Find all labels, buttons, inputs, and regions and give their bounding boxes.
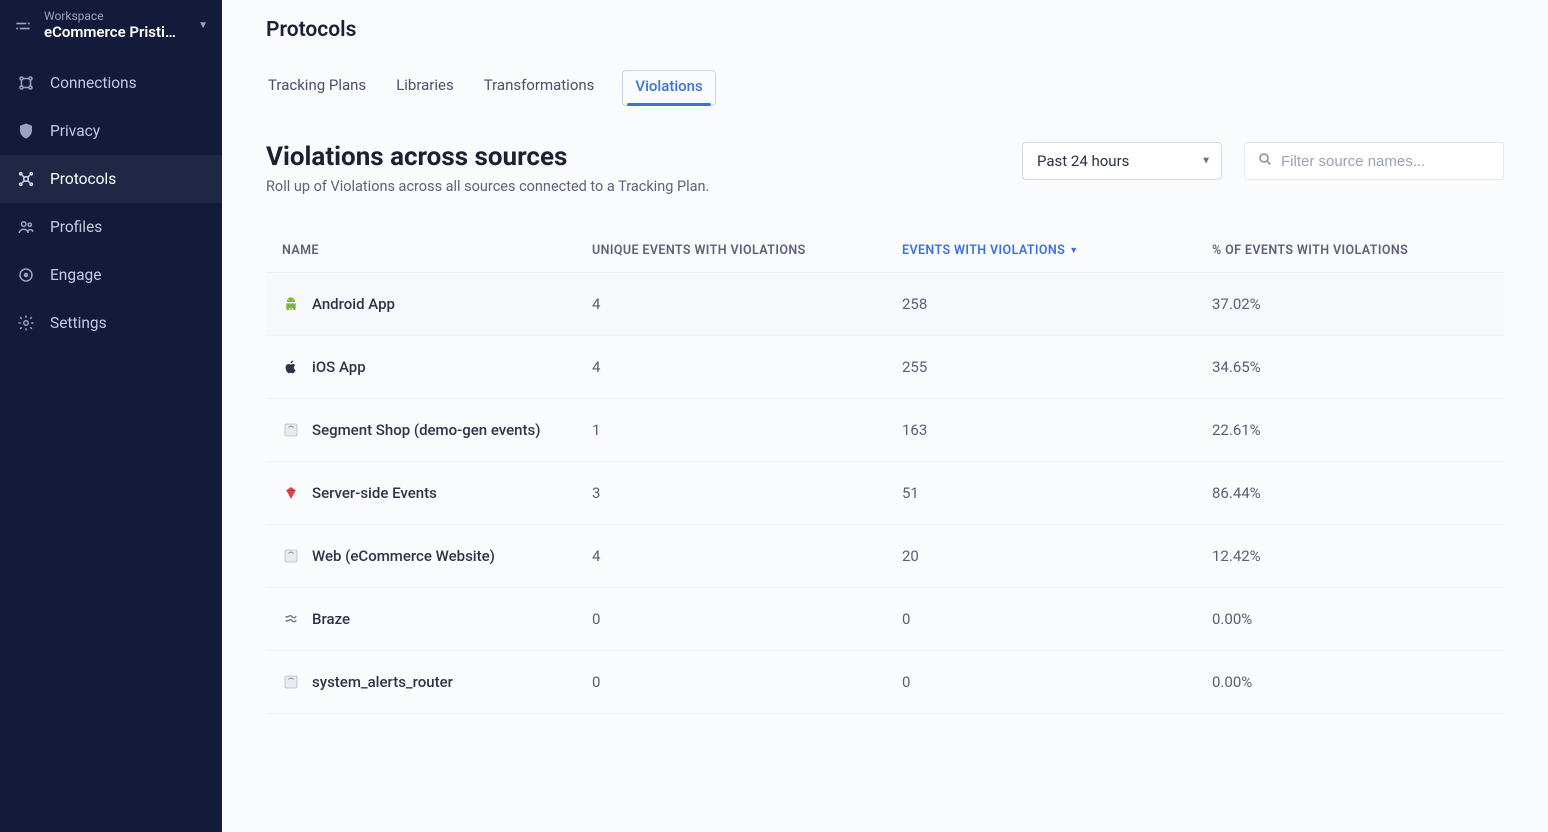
source-name: Web (eCommerce Website) [312,547,495,565]
source-filter-search[interactable] [1244,142,1504,180]
time-range-select[interactable]: Past 24 hours ▼ [1022,142,1222,180]
cell-unique-events: 4 [592,547,902,565]
engage-icon [16,265,36,285]
cell-events-with-violations: 0 [902,673,1212,691]
cell-unique-events: 3 [592,484,902,502]
sidebar-item-profiles[interactable]: Profiles [0,203,222,251]
tab-transformations[interactable]: Transformations [482,70,597,106]
cell-events-with-violations: 163 [902,421,1212,439]
source-icon [282,547,300,565]
sidebar-item-label: Privacy [50,122,100,140]
column-header-name[interactable]: NAME [282,243,592,258]
content-area: Violations across sources Roll up of Vio… [222,106,1548,750]
sidebar-item-privacy[interactable]: Privacy [0,107,222,155]
cell-percent-violations: 0.00% [1212,610,1488,628]
cell-percent-violations: 37.02% [1212,295,1488,313]
sidebar-item-label: Profiles [50,218,102,236]
source-icon [282,610,300,628]
cell-unique-events: 4 [592,295,902,313]
source-name: system_alerts_router [312,673,453,691]
connections-icon [16,73,36,93]
source-filter-input[interactable] [1281,153,1481,170]
sidebar: Workspace eCommerce Pristi… ▼ Connection… [0,0,222,832]
cell-events-with-violations: 51 [902,484,1212,502]
source-icon [282,358,300,376]
segment-logo-icon [12,15,34,37]
cell-unique-events: 1 [592,421,902,439]
source-name: Server-side Events [312,484,437,502]
time-range-value: Past 24 hours [1037,152,1129,170]
column-header-unique[interactable]: UNIQUE EVENTS WITH VIOLATIONS [592,243,902,258]
tab-violations[interactable]: Violations [622,70,715,106]
source-name: Android App [312,295,395,313]
table-row[interactable]: Braze000.00% [266,588,1504,651]
source-name: Segment Shop (demo-gen events) [312,421,540,439]
sidebar-item-connections[interactable]: Connections [0,59,222,107]
tabs: Tracking Plans Libraries Transformations… [266,70,1504,106]
page-title: Protocols [266,18,1504,42]
sidebar-item-protocols[interactable]: Protocols [0,155,222,203]
table-row[interactable]: iOS App 425534.65% [266,336,1504,399]
table-row[interactable]: Web (eCommerce Website) 42012.42% [266,525,1504,588]
cell-unique-events: 4 [592,358,902,376]
section-title: Violations across sources [266,142,709,172]
column-header-pct[interactable]: % OF EVENTS WITH VIOLATIONS [1212,243,1488,258]
table-row[interactable]: system_alerts_router000.00% [266,651,1504,714]
sidebar-item-label: Engage [50,266,101,284]
table-row[interactable]: Segment Shop (demo-gen events) 116322.61% [266,399,1504,462]
cell-percent-violations: 86.44% [1212,484,1488,502]
source-icon [282,673,300,691]
section-subtitle: Roll up of Violations across all sources… [266,178,709,195]
cell-percent-violations: 34.65% [1212,358,1488,376]
sidebar-item-label: Protocols [50,170,116,188]
cell-unique-events: 0 [592,673,902,691]
tab-tracking-plans[interactable]: Tracking Plans [266,70,368,106]
workspace-name: eCommerce Pristi… [44,23,188,41]
source-icon [282,484,300,502]
sidebar-item-engage[interactable]: Engage [0,251,222,299]
source-icon [282,421,300,439]
source-name: Braze [312,610,350,628]
workspace-switcher[interactable]: Workspace eCommerce Pristi… ▼ [0,0,222,59]
workspace-label: Workspace [44,10,188,23]
cell-percent-violations: 12.42% [1212,547,1488,565]
sidebar-nav: Connections Privacy Protocols Profiles E… [0,59,222,347]
search-icon [1257,151,1273,171]
column-header-events[interactable]: EVENTS WITH VIOLATIONS ▼ [902,243,1212,258]
source-icon [282,295,300,313]
page-header: Protocols Tracking Plans Libraries Trans… [222,0,1548,106]
cell-events-with-violations: 258 [902,295,1212,313]
cell-percent-violations: 22.61% [1212,421,1488,439]
protocols-icon [16,169,36,189]
gear-icon [16,313,36,333]
cell-events-with-violations: 0 [902,610,1212,628]
tab-libraries[interactable]: Libraries [394,70,456,106]
table-row[interactable]: Android App 425837.02% [266,273,1504,336]
cell-events-with-violations: 20 [902,547,1212,565]
sidebar-item-label: Connections [50,74,137,92]
cell-events-with-violations: 255 [902,358,1212,376]
main-content: Protocols Tracking Plans Libraries Trans… [222,0,1548,832]
profiles-icon [16,217,36,237]
chevron-down-icon: ▼ [1201,156,1211,167]
source-name: iOS App [312,358,366,376]
sidebar-item-settings[interactable]: Settings [0,299,222,347]
chevron-down-icon: ▼ [198,20,208,31]
shield-icon [16,121,36,141]
table-row[interactable]: Server-side Events 35186.44% [266,462,1504,525]
table-header: NAME UNIQUE EVENTS WITH VIOLATIONS EVENT… [266,229,1504,273]
sort-caret-icon: ▼ [1069,245,1078,256]
sidebar-item-label: Settings [50,314,107,332]
cell-percent-violations: 0.00% [1212,673,1488,691]
cell-unique-events: 0 [592,610,902,628]
violations-table: NAME UNIQUE EVENTS WITH VIOLATIONS EVENT… [266,229,1504,714]
